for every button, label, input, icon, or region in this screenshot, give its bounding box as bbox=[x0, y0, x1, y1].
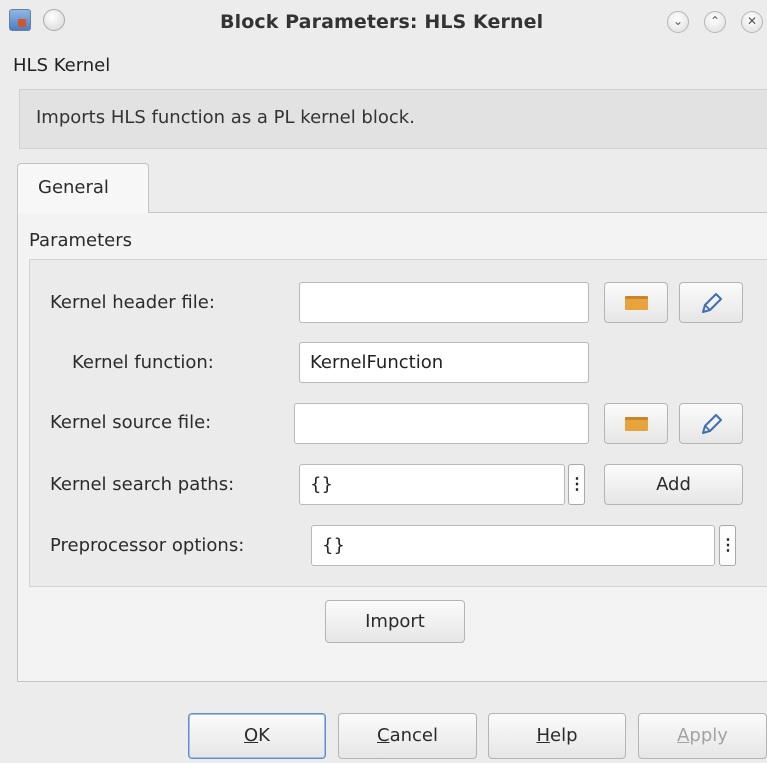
parameters-group-label: Parameters bbox=[29, 230, 133, 251]
edit-source-button[interactable] bbox=[679, 403, 743, 444]
edit-header-button[interactable] bbox=[679, 282, 743, 323]
search-paths-more-button[interactable]: ⋮ bbox=[568, 464, 585, 505]
import-button[interactable]: Import bbox=[325, 600, 465, 643]
help-mnemonic: H bbox=[536, 725, 551, 746]
block-name: HLS Kernel bbox=[13, 55, 111, 76]
help-button[interactable]: Help bbox=[488, 713, 626, 759]
pin-button[interactable] bbox=[43, 9, 65, 31]
cancel-mnemonic: C bbox=[377, 725, 390, 746]
browse-source-button[interactable] bbox=[604, 403, 668, 444]
apply-label-rest: pply bbox=[689, 725, 728, 746]
preprocessor-options-input[interactable] bbox=[311, 525, 715, 566]
folder-icon bbox=[625, 417, 648, 431]
pencil-icon bbox=[702, 414, 722, 434]
maximize-button[interactable]: ⌃ bbox=[704, 11, 726, 33]
app-icon bbox=[9, 9, 31, 31]
ok-mnemonic: O bbox=[244, 725, 259, 746]
apply-button[interactable]: Apply bbox=[638, 713, 767, 759]
help-label-rest: elp bbox=[550, 725, 578, 746]
preprocessor-options-label: Preprocessor options: bbox=[50, 535, 245, 556]
cancel-label-rest: ancel bbox=[389, 725, 438, 746]
kernel-source-file-input[interactable] bbox=[294, 403, 589, 444]
kernel-function-input[interactable] bbox=[299, 342, 589, 383]
kernel-search-paths-input[interactable] bbox=[299, 464, 565, 505]
folder-icon bbox=[625, 296, 648, 310]
block-description: Imports HLS function as a PL kernel bloc… bbox=[36, 107, 415, 128]
minimize-button[interactable]: ⌄ bbox=[667, 11, 689, 33]
ok-button[interactable]: OK bbox=[188, 713, 326, 759]
kernel-header-file-label: Kernel header file: bbox=[50, 292, 215, 313]
kernel-search-paths-label: Kernel search paths: bbox=[50, 474, 235, 495]
window-title: Block Parameters: HLS Kernel bbox=[220, 11, 544, 33]
kernel-function-label: Kernel function: bbox=[72, 352, 214, 373]
pencil-icon bbox=[702, 293, 722, 313]
preprocessor-more-button[interactable]: ⋮ bbox=[719, 525, 736, 566]
add-search-path-button[interactable]: Add bbox=[604, 464, 743, 505]
apply-mnemonic: A bbox=[677, 725, 690, 746]
tab-general-label: General bbox=[38, 177, 109, 198]
browse-header-button[interactable] bbox=[604, 282, 668, 323]
kernel-header-file-input[interactable] bbox=[299, 282, 589, 323]
ok-label-rest: K bbox=[258, 725, 270, 746]
close-button[interactable]: ✕ bbox=[741, 11, 763, 33]
kernel-source-file-label: Kernel source file: bbox=[50, 412, 212, 433]
cancel-button[interactable]: Cancel bbox=[338, 713, 477, 759]
